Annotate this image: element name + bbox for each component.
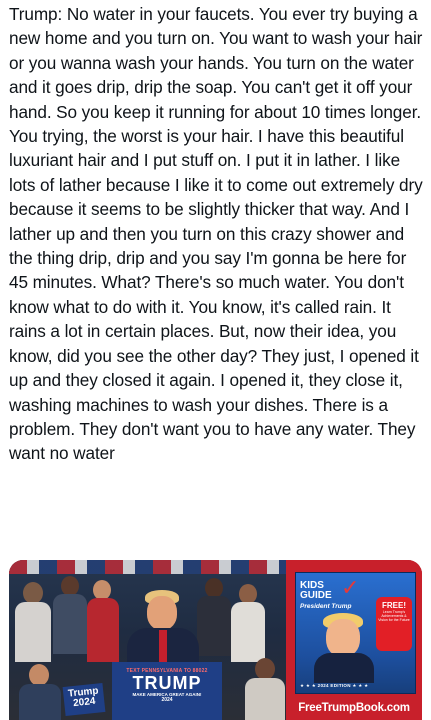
crowd-person-body — [197, 596, 231, 656]
crowd-person-body — [53, 594, 87, 654]
book-subtitle: President Trump — [300, 603, 352, 610]
free-badge-label: FREE! — [382, 601, 406, 610]
crowd-person-body — [19, 684, 61, 720]
crowd-person-body — [15, 602, 51, 662]
crowd-person — [239, 584, 257, 604]
checkmark-icon: ✓ — [341, 575, 360, 600]
book-title: KIDS GUIDE — [300, 581, 332, 601]
crowd-person — [205, 578, 223, 598]
book-advertisement: KIDS GUIDE ✓ President Trump FREE! Learn… — [286, 560, 422, 720]
post-media-image[interactable]: TEXT PENNSYLVANIA TO 88022 TRUMP MAKE AM… — [9, 560, 422, 720]
crowd-person-body — [245, 678, 285, 720]
crowd-person-body — [231, 602, 265, 662]
free-badge-detail: Learn Trump's Achievements & Vision for … — [378, 610, 410, 622]
ad-website: FreeTrumpBook.com — [292, 700, 416, 716]
crowd-person — [61, 576, 79, 596]
crowd-person — [93, 580, 111, 600]
free-badge: FREE! Learn Trump's Achievements & Visio… — [376, 597, 412, 651]
crowd-person — [29, 664, 49, 686]
crowd-sign: Trump 2024 — [62, 682, 106, 717]
crowd-person — [255, 658, 275, 680]
cartoon-suit — [314, 653, 374, 683]
speaker-head — [147, 596, 177, 630]
crowd-person-body — [87, 598, 119, 662]
podium-name: TRUMP — [132, 673, 202, 693]
flag-banner — [9, 560, 286, 574]
podium-sign: TEXT PENNSYLVANIA TO 88022 TRUMP MAKE AM… — [112, 662, 222, 720]
crowd-person — [23, 582, 43, 604]
book-edition: ★ ★ ★ 2024 EDITION ★ ★ ★ — [300, 683, 369, 688]
book-title-guide: GUIDE — [300, 590, 332, 601]
cartoon-face — [326, 619, 360, 657]
rally-photo: TEXT PENNSYLVANIA TO 88022 TRUMP MAKE AM… — [9, 560, 286, 720]
post-text: Trump: No water in your faucets. You eve… — [9, 4, 428, 464]
book-cover: KIDS GUIDE ✓ President Trump FREE! Learn… — [295, 572, 416, 694]
podium-year: 2024 — [161, 697, 173, 703]
